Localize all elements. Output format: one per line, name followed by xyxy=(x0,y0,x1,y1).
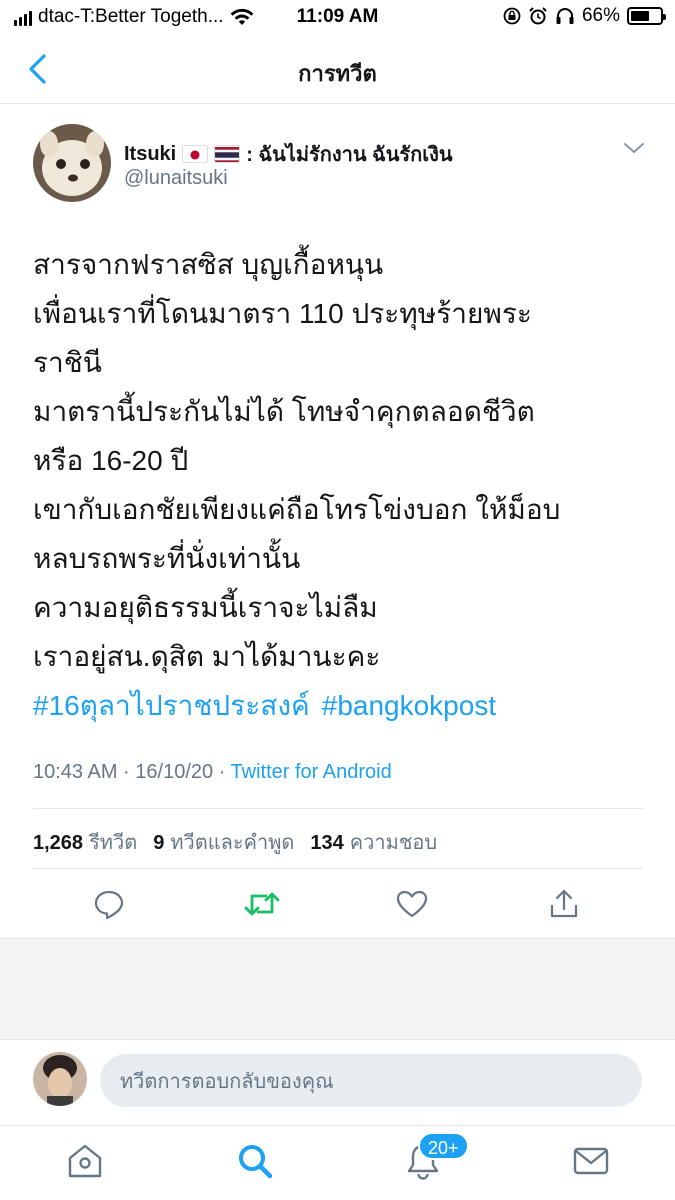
search-icon xyxy=(239,1145,273,1179)
bottom-tab-bar xyxy=(0,1125,675,1200)
notifications-badge: 20+ xyxy=(418,1132,469,1160)
author-name[interactable]: Itsuki xyxy=(124,143,176,166)
tweet-timestamp: 10:43 AM · 16/10/20 · xyxy=(33,761,231,783)
tweet-line: หลบรถพระที่นั่งเท่านั้น xyxy=(33,543,301,574)
divider xyxy=(33,868,643,869)
author-handle[interactable]: @lunaitsuki xyxy=(124,167,228,190)
hashtag-link[interactable]: #16ตุลาไปราชประสงค์ xyxy=(33,690,310,721)
quotes-count: 9 xyxy=(153,832,165,854)
tweet-actions xyxy=(0,884,675,928)
chevron-down-icon[interactable] xyxy=(622,140,646,156)
carrier-name: dtac-T:Better Togeth... xyxy=(38,6,224,27)
retweets-label: รีทวีต xyxy=(89,832,138,854)
tab-messages[interactable] xyxy=(570,1141,612,1181)
likes-stat[interactable]: 134 ความชอบ xyxy=(310,826,437,858)
author-name-suffix: : ฉันไม่รักงาน ฉันรักเงิน xyxy=(246,144,453,166)
retweets-count: 1,268 xyxy=(33,832,84,854)
tweet-line: เขากับเอกชัยเพียงแค่ถือโทรโข่งบอก ให้ม็อ… xyxy=(33,494,561,525)
status-bar: dtac-T:Better Togeth... 11:09 AM 66% xyxy=(0,0,675,34)
retweet-icon xyxy=(244,892,280,916)
quotes-stat[interactable]: 9 ทวีตและคำพูด xyxy=(153,826,294,858)
share-button[interactable] xyxy=(544,884,584,924)
likes-count: 134 xyxy=(310,832,344,854)
tweet-line: เพื่อนเราที่โดนมาตรา 110 ประทุษร้ายพระ xyxy=(33,298,532,329)
home-icon xyxy=(68,1144,102,1178)
screen-lock-icon xyxy=(503,7,521,25)
tab-home[interactable] xyxy=(64,1141,106,1181)
top-nav-bar: การทวีต xyxy=(0,34,675,104)
like-icon xyxy=(396,890,428,918)
cell-signal-icon xyxy=(14,8,32,26)
japan-flag-icon xyxy=(182,145,209,163)
battery-percent: 66% xyxy=(581,5,620,26)
reply-icon xyxy=(94,890,124,920)
tweet-line: สารจากฟราสซิส บุญเกื้อหนุน xyxy=(33,249,384,280)
status-right: 66% xyxy=(503,5,666,27)
current-user-avatar[interactable] xyxy=(33,1052,87,1106)
tweet-line: เราอยู่สน.ดุสิต มาได้มานะคะ xyxy=(33,641,381,672)
retweet-button[interactable] xyxy=(242,884,282,924)
likes-label: ความชอบ xyxy=(349,832,438,854)
tweet-source-link[interactable]: Twitter for Android xyxy=(231,761,392,783)
tweet-line: หรือ 16-20 ปี xyxy=(33,445,189,476)
tweet-text: สารจากฟราสซิส บุญเกื้อหนุน เพื่อนเราที่โ… xyxy=(33,240,653,730)
tweet-line: มาตรานี้ประกันไม่ได้ โทษจำคุกตลอดชีวิต xyxy=(33,396,535,427)
quotes-label: ทวีตและคำพูด xyxy=(170,832,295,854)
headphones-icon xyxy=(556,8,574,24)
tweet-line: ราชินี xyxy=(33,347,102,378)
reply-button[interactable] xyxy=(89,884,129,924)
alarm-icon xyxy=(529,7,547,25)
hashtag-row: #16ตุลาไปราชประสงค์ #bangkokpost xyxy=(33,681,653,730)
retweets-stat[interactable]: 1,268 รีทวีต xyxy=(33,826,137,858)
like-button[interactable] xyxy=(392,884,432,924)
author-avatar[interactable] xyxy=(33,124,111,202)
page-title: การทวีต xyxy=(298,61,377,86)
chevron-left-icon[interactable] xyxy=(24,52,54,86)
author-name-row[interactable]: Itsuki : ฉันไม่รักงาน ฉันรักเงิน xyxy=(124,138,453,170)
reply-input[interactable]: ทวีตการตอบกลับของคุณ xyxy=(100,1054,642,1107)
tab-search[interactable] xyxy=(234,1141,276,1181)
share-icon xyxy=(550,889,578,918)
tweet-stats: 1,268 รีทวีต 9 ทวีตและคำพูด 134 ความชอบ xyxy=(33,826,437,858)
clock: 11:09 AM xyxy=(296,6,379,27)
section-separator xyxy=(0,938,675,1040)
battery-icon xyxy=(627,7,666,25)
thailand-flag-icon xyxy=(214,145,241,163)
wifi-icon xyxy=(230,8,253,25)
hashtag-link[interactable]: #bangkokpost xyxy=(322,690,496,721)
divider xyxy=(33,808,643,809)
tweet-meta: 10:43 AM · 16/10/20 · Twitter for Androi… xyxy=(33,761,392,784)
status-left: dtac-T:Better Togeth... xyxy=(14,6,254,28)
tweet-line: ความอยุติธรรมนี้เราจะไม่ลืม xyxy=(33,592,378,623)
messages-icon xyxy=(573,1147,609,1175)
